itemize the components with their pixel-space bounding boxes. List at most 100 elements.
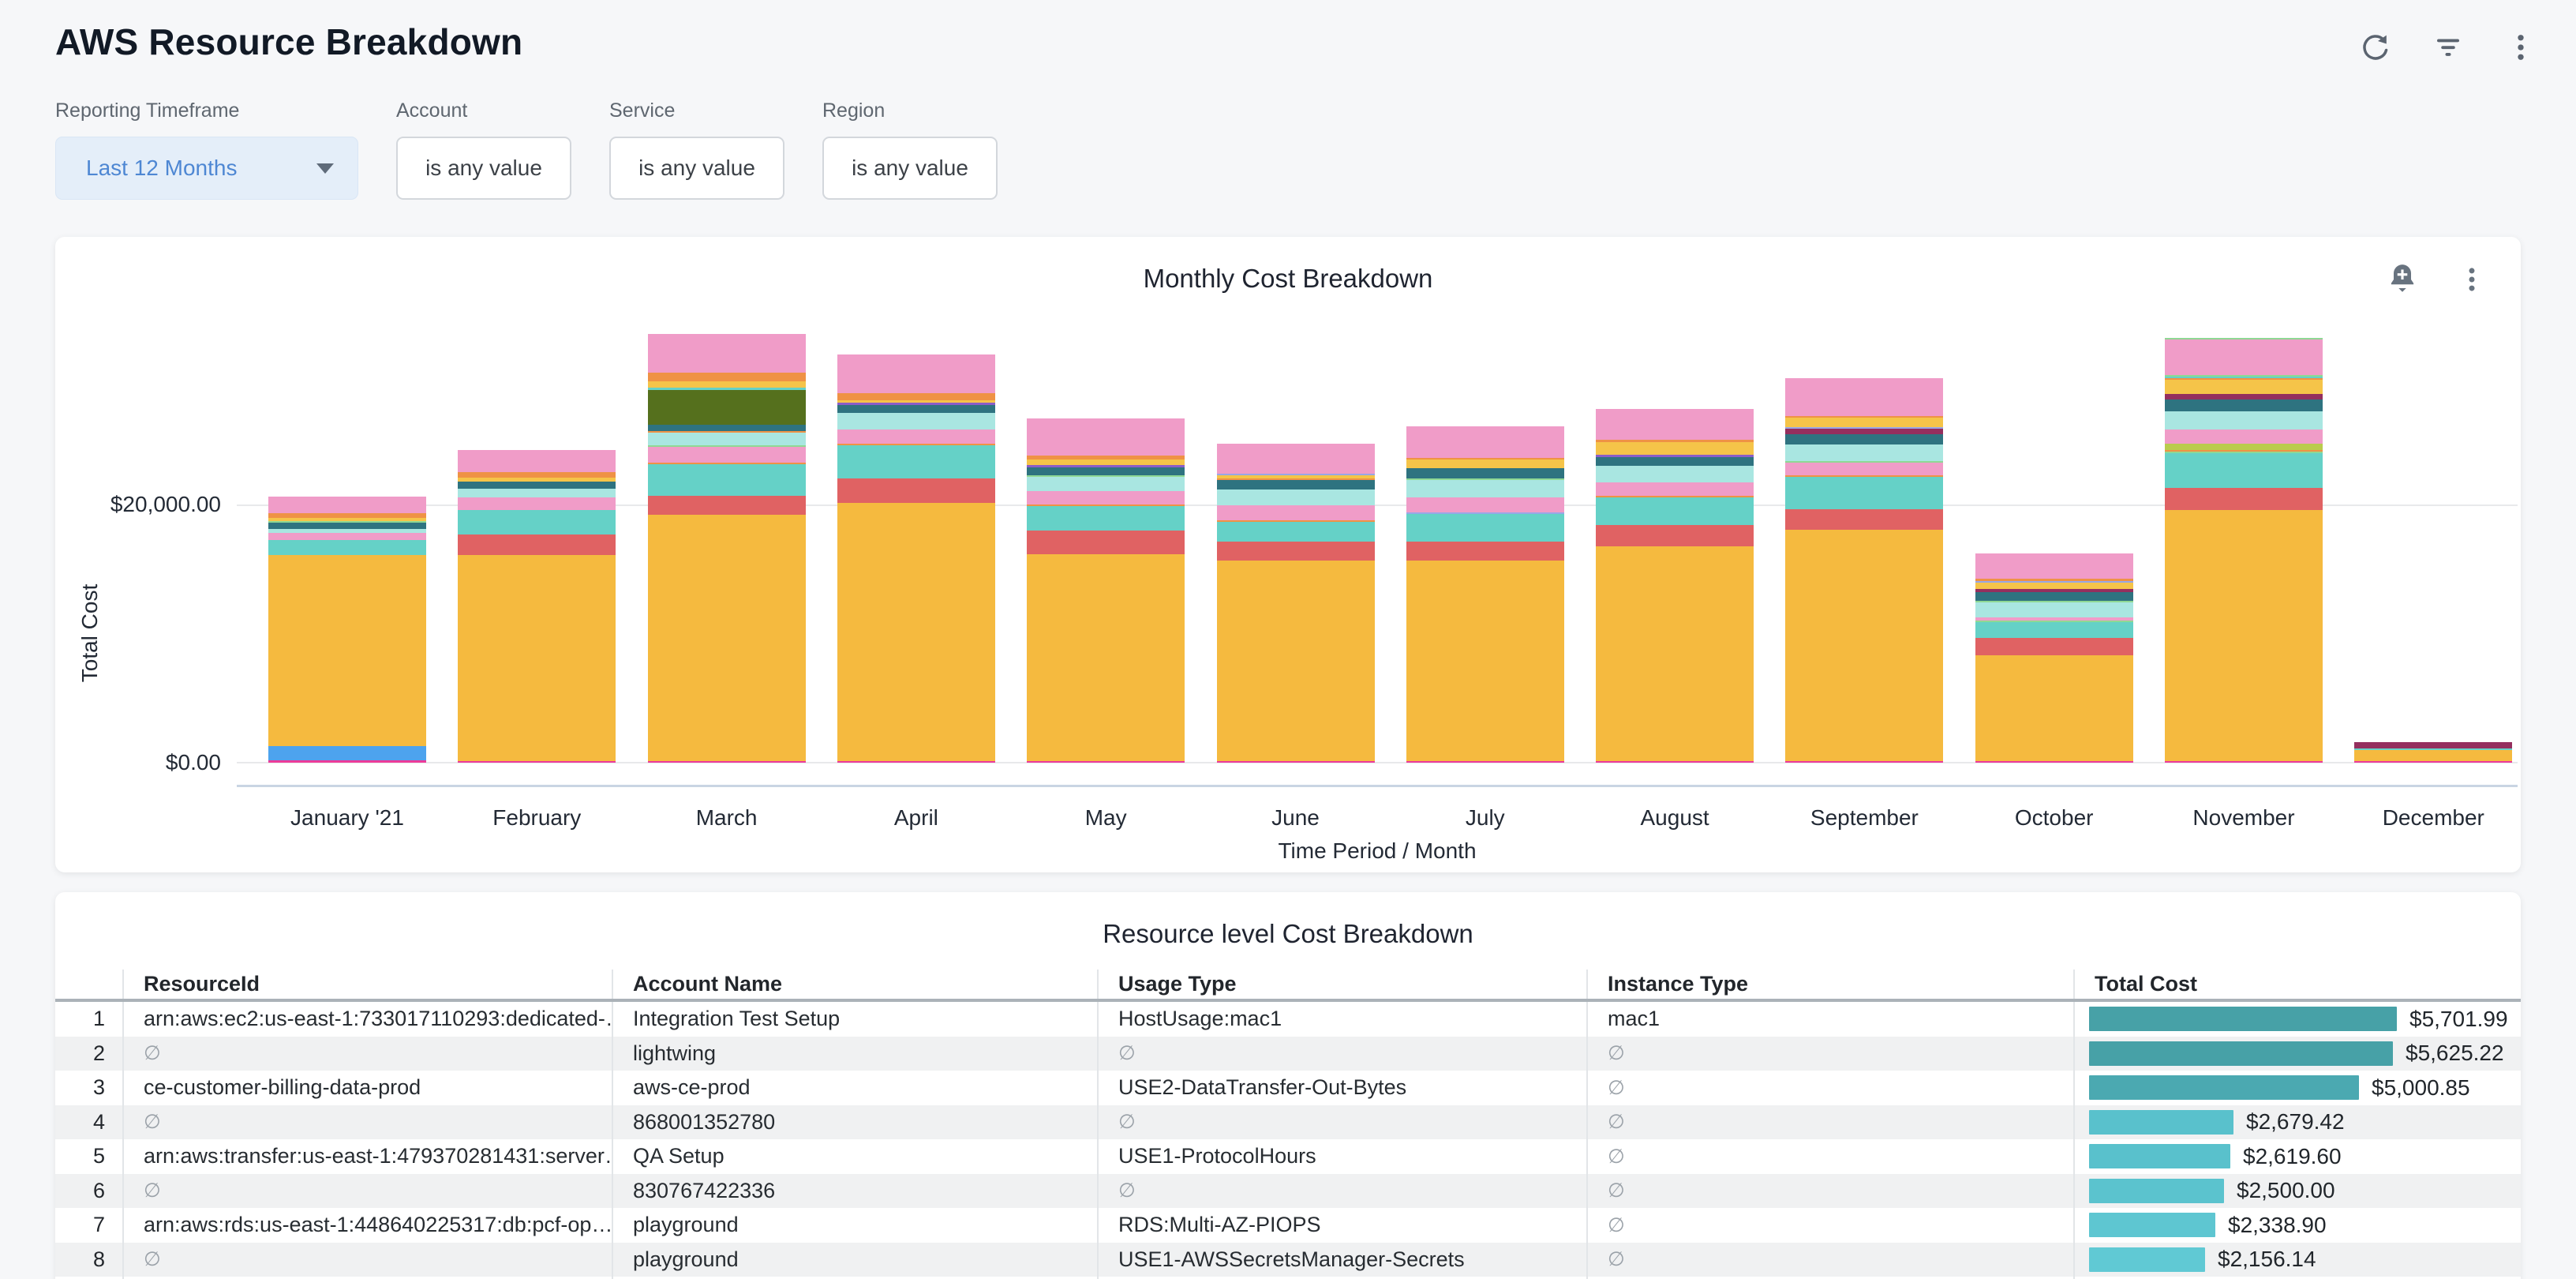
bar-segment[interactable] bbox=[2354, 750, 2512, 761]
bar-segment[interactable] bbox=[1406, 514, 1564, 541]
bar-segment[interactable] bbox=[648, 496, 806, 515]
bar-segment[interactable] bbox=[1975, 655, 2133, 761]
bar-segment[interactable] bbox=[1596, 482, 1754, 496]
bar-segment[interactable] bbox=[1596, 457, 1754, 466]
bar-segment[interactable] bbox=[268, 533, 426, 540]
reporting-timeframe-dropdown[interactable]: Last 12 Months bbox=[55, 137, 358, 200]
bar-segment[interactable] bbox=[1217, 480, 1375, 489]
bar-segment[interactable] bbox=[1975, 622, 2133, 638]
bar-segment[interactable] bbox=[458, 450, 616, 472]
bar-segment[interactable] bbox=[1596, 546, 1754, 760]
bar-segment[interactable] bbox=[2165, 394, 2323, 399]
bar-segment[interactable] bbox=[1785, 378, 1943, 416]
bar-segment[interactable] bbox=[1027, 477, 1185, 491]
bar-segment[interactable] bbox=[268, 746, 426, 760]
bar-segment[interactable] bbox=[1975, 602, 2133, 617]
bar-segment[interactable] bbox=[458, 497, 616, 510]
stacked-bar-april[interactable] bbox=[837, 354, 995, 763]
bar-segment[interactable] bbox=[2165, 380, 2323, 393]
column-header-account-name[interactable]: Account Name bbox=[612, 970, 1097, 999]
bar-segment[interactable] bbox=[648, 515, 806, 761]
bar-segment[interactable] bbox=[648, 390, 806, 425]
bar-segment[interactable] bbox=[458, 555, 616, 761]
stacked-bar-january-21[interactable] bbox=[268, 497, 426, 763]
bar-segment[interactable] bbox=[1217, 561, 1375, 760]
bar-segment[interactable] bbox=[2354, 761, 2512, 763]
bar-segment[interactable] bbox=[1217, 522, 1375, 542]
bar-segment[interactable] bbox=[837, 405, 995, 413]
table-row[interactable]: 4∅868001352780∅∅$2,679.42 bbox=[55, 1105, 2521, 1140]
stacked-bar-december[interactable] bbox=[2354, 742, 2512, 763]
stacked-bar-september[interactable] bbox=[1785, 378, 1943, 763]
bar-segment[interactable] bbox=[648, 464, 806, 496]
bar-segment[interactable] bbox=[2165, 488, 2323, 511]
stacked-bar-november[interactable] bbox=[2165, 338, 2323, 763]
bar-segment[interactable] bbox=[1027, 491, 1185, 504]
refresh-icon[interactable] bbox=[2358, 30, 2393, 65]
bar-segment[interactable] bbox=[1217, 444, 1375, 473]
bar-segment[interactable] bbox=[837, 354, 995, 393]
bar-segment[interactable] bbox=[1975, 761, 2133, 763]
bar-segment[interactable] bbox=[1596, 466, 1754, 482]
table-row[interactable]: 1arn:aws:ec2:us-east-1:733017110293:dedi… bbox=[55, 1002, 2521, 1037]
bar-segment[interactable] bbox=[2165, 411, 2323, 430]
bar-segment[interactable] bbox=[837, 445, 995, 478]
stacked-bar-july[interactable] bbox=[1406, 426, 1564, 763]
column-header-usage-type[interactable]: Usage Type bbox=[1097, 970, 1586, 999]
bar-segment[interactable] bbox=[2165, 510, 2323, 760]
bar-segment[interactable] bbox=[1785, 477, 1943, 509]
bar-segment[interactable] bbox=[1975, 553, 2133, 579]
more-vert-icon[interactable] bbox=[2503, 30, 2538, 65]
bar-segment[interactable] bbox=[1785, 434, 1943, 444]
column-header-instance-type[interactable]: Instance Type bbox=[1586, 970, 2073, 999]
bar-segment[interactable] bbox=[1027, 418, 1185, 456]
bar-segment[interactable] bbox=[1217, 489, 1375, 505]
bar-segment[interactable] bbox=[268, 497, 426, 512]
stacked-bar-march[interactable] bbox=[648, 334, 806, 763]
bar-segment[interactable] bbox=[1596, 497, 1754, 525]
bar-segment[interactable] bbox=[1027, 531, 1185, 554]
bar-segment[interactable] bbox=[1406, 497, 1564, 513]
bar-segment[interactable] bbox=[1596, 761, 1754, 763]
region-filter-button[interactable]: is any value bbox=[822, 137, 998, 200]
bar-segment[interactable] bbox=[1027, 459, 1185, 466]
bar-segment[interactable] bbox=[648, 425, 806, 432]
table-row[interactable]: 7arn:aws:rds:us-east-1:448640225317:db:p… bbox=[55, 1208, 2521, 1243]
stacked-bar-february[interactable] bbox=[458, 450, 616, 763]
stacked-bar-may[interactable] bbox=[1027, 418, 1185, 763]
bar-segment[interactable] bbox=[268, 523, 426, 529]
bar-segment[interactable] bbox=[1406, 480, 1564, 497]
bar-segment[interactable] bbox=[1975, 592, 2133, 600]
column-header-resource-id[interactable]: ResourceId bbox=[122, 970, 612, 999]
bar-segment[interactable] bbox=[1785, 761, 1943, 763]
table-row[interactable]: 6∅830767422336∅∅$2,500.00 bbox=[55, 1174, 2521, 1209]
bar-segment[interactable] bbox=[1785, 463, 1943, 475]
bar-segment[interactable] bbox=[458, 489, 616, 497]
bar-segment[interactable] bbox=[458, 510, 616, 534]
bar-segment[interactable] bbox=[268, 540, 426, 555]
bar-segment[interactable] bbox=[837, 393, 995, 400]
bar-segment[interactable] bbox=[458, 472, 616, 478]
stacked-bar-october[interactable] bbox=[1975, 553, 2133, 763]
column-header-total-cost[interactable]: Total Cost bbox=[2073, 970, 2521, 999]
bar-segment[interactable] bbox=[1406, 561, 1564, 760]
account-filter-button[interactable]: is any value bbox=[396, 137, 571, 200]
table-row[interactable]: 3ce-customer-billing-data-prodaws-ce-pro… bbox=[55, 1071, 2521, 1105]
bar-segment[interactable] bbox=[2165, 339, 2323, 374]
bar-segment[interactable] bbox=[837, 429, 995, 444]
bar-segment[interactable] bbox=[2354, 742, 2512, 748]
bar-segment[interactable] bbox=[458, 482, 616, 489]
bar-segment[interactable] bbox=[837, 761, 995, 763]
table-row[interactable]: 5arn:aws:transfer:us-east-1:479370281431… bbox=[55, 1139, 2521, 1174]
bar-segment[interactable] bbox=[1785, 509, 1943, 530]
bar-segment[interactable] bbox=[268, 760, 426, 763]
bar-segment[interactable] bbox=[2165, 444, 2323, 449]
bar-segment[interactable] bbox=[1027, 506, 1185, 531]
table-row[interactable]: 8∅playgroundUSE1-AWSSecretsManager-Secre… bbox=[55, 1243, 2521, 1277]
bar-segment[interactable] bbox=[458, 534, 616, 555]
bar-segment[interactable] bbox=[1785, 530, 1943, 761]
bar-segment[interactable] bbox=[2165, 761, 2323, 763]
more-vert-icon[interactable] bbox=[2454, 262, 2489, 297]
stacked-bar-june[interactable] bbox=[1217, 444, 1375, 763]
bar-segment[interactable] bbox=[837, 503, 995, 761]
